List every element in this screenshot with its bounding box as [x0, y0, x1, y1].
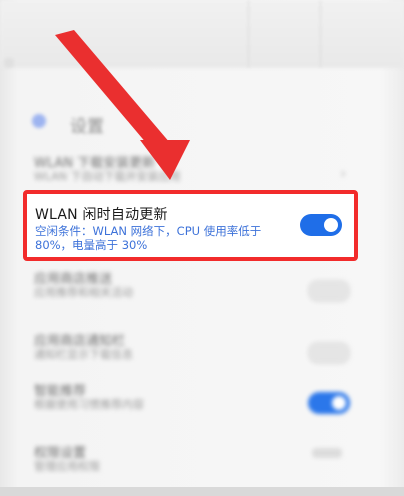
setting-row-push[interactable]: 应用商店推送 应用推荐和相关活动	[24, 262, 364, 322]
toggle-switch[interactable]	[308, 280, 350, 302]
setting-title: WLAN 下载安装更新	[34, 156, 156, 171]
blurred-top-area	[0, 0, 404, 68]
divider	[320, 0, 321, 68]
toggle-switch[interactable]	[308, 392, 350, 414]
setting-title: 应用商店通知栏	[34, 334, 126, 349]
setting-subtitle: 通知栏显示下载信息	[34, 348, 133, 361]
setting-subtitle: 应用推荐和相关活动	[34, 286, 133, 299]
setting-subtitle: 管理应用权限	[34, 460, 100, 473]
pill-control[interactable]	[312, 448, 342, 458]
settings-header: 设置	[20, 104, 380, 142]
toggle-knob	[332, 396, 346, 410]
setting-title: 应用商店推送	[34, 272, 113, 287]
setting-title: 智能推荐	[34, 384, 87, 399]
back-icon[interactable]	[32, 114, 46, 128]
wlan-idle-update-toggle[interactable]	[300, 214, 342, 236]
setting-title: WLAN 闲时自动更新	[35, 207, 168, 223]
highlighted-setting-row[interactable]: WLAN 闲时自动更新 空闲条件：WLAN 网络下，CPU 使用率低于80%，电…	[23, 190, 358, 261]
setting-subtitle: 根据使用习惯推荐内容	[34, 398, 144, 411]
toggle-knob	[324, 218, 338, 232]
blurred-icon	[4, 58, 14, 68]
setting-description: 空闲条件：WLAN 网络下，CPU 使用率低于80%，电量高于 30%	[35, 224, 262, 252]
page-title: 设置	[70, 117, 104, 137]
setting-row-permission[interactable]: 权限设置 管理应用权限	[24, 436, 364, 496]
setting-subtitle: WLAN 下自动下载并安装应用	[34, 170, 181, 183]
settings-page: 设置 WLAN 下载安装更新 WLAN 下自动下载并安装应用 › WLAN 闲时…	[0, 0, 404, 487]
chevron-right-icon: ›	[340, 166, 346, 182]
divider	[248, 0, 249, 68]
setting-row-smart[interactable]: 智能推荐 根据使用习惯推荐内容	[24, 374, 364, 434]
toggle-switch[interactable]	[308, 342, 350, 364]
setting-title: 权限设置	[34, 446, 87, 461]
